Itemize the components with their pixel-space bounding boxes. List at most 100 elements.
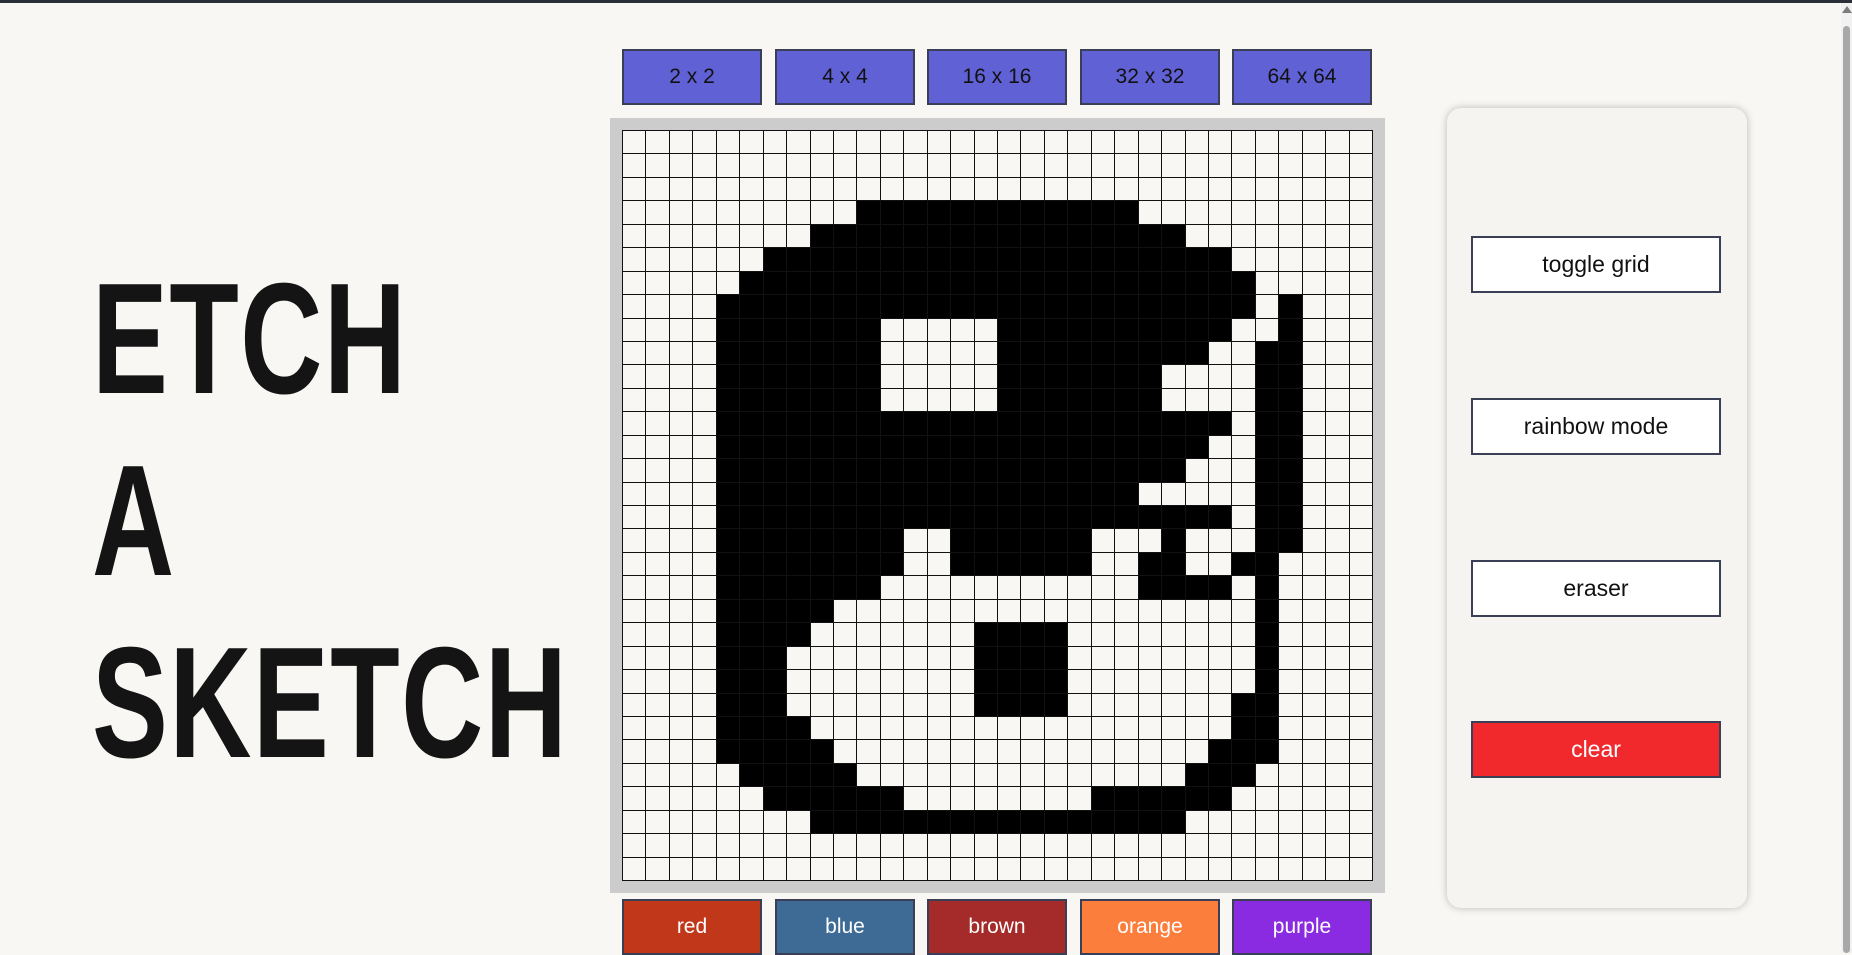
grid-cell[interactable]: [951, 412, 974, 435]
grid-cell[interactable]: [787, 131, 810, 154]
grid-cell[interactable]: [833, 365, 857, 388]
grid-cell[interactable]: [974, 482, 997, 505]
grid-cell[interactable]: [1068, 412, 1091, 435]
grid-cell[interactable]: [623, 459, 646, 482]
grid-cell[interactable]: [951, 857, 974, 880]
grid-cell[interactable]: [763, 248, 787, 271]
grid-cell[interactable]: [998, 834, 1021, 857]
grid-cell[interactable]: [1138, 459, 1162, 482]
grid-cell[interactable]: [1138, 131, 1162, 154]
grid-cell[interactable]: [833, 787, 857, 810]
grid-cell[interactable]: [1232, 552, 1255, 576]
grid-cell[interactable]: [669, 224, 693, 248]
grid-cell[interactable]: [716, 670, 740, 693]
grid-cell[interactable]: [1279, 623, 1302, 646]
grid-cell[interactable]: [763, 154, 787, 177]
grid-cell[interactable]: [787, 716, 810, 740]
grid-cell[interactable]: [833, 248, 857, 271]
grid-cell[interactable]: [1044, 834, 1068, 857]
grid-cell[interactable]: [1068, 506, 1091, 529]
grid-cell[interactable]: [810, 365, 833, 388]
grid-cell[interactable]: [1208, 623, 1232, 646]
grid-cell[interactable]: [1326, 670, 1349, 693]
grid-cell[interactable]: [740, 224, 763, 248]
grid-cell[interactable]: [1279, 740, 1302, 763]
grid-cell[interactable]: [951, 248, 974, 271]
grid-cell[interactable]: [974, 271, 997, 295]
grid-cell[interactable]: [880, 623, 904, 646]
grid-cell[interactable]: [974, 552, 997, 576]
grid-cell[interactable]: [1138, 154, 1162, 177]
grid-cell[interactable]: [1302, 857, 1326, 880]
grid-cell[interactable]: [787, 318, 810, 341]
grid-cell[interactable]: [716, 623, 740, 646]
grid-size-2-button[interactable]: 2 x 2: [622, 49, 762, 105]
grid-cell[interactable]: [1279, 529, 1302, 552]
grid-cell[interactable]: [716, 365, 740, 388]
grid-cell[interactable]: [1021, 623, 1044, 646]
grid-cell[interactable]: [1302, 787, 1326, 810]
grid-cell[interactable]: [1162, 576, 1185, 599]
grid-cell[interactable]: [1279, 787, 1302, 810]
grid-cell[interactable]: [1232, 154, 1255, 177]
grid-cell[interactable]: [904, 388, 927, 412]
grid-cell[interactable]: [810, 716, 833, 740]
grid-cell[interactable]: [693, 834, 716, 857]
grid-cell[interactable]: [1021, 670, 1044, 693]
grid-cell[interactable]: [763, 599, 787, 623]
grid-cell[interactable]: [1185, 670, 1208, 693]
grid-cell[interactable]: [1044, 599, 1068, 623]
grid-cell[interactable]: [1138, 716, 1162, 740]
grid-cell[interactable]: [1138, 693, 1162, 716]
grid-cell[interactable]: [669, 341, 693, 365]
grid-cell[interactable]: [669, 177, 693, 201]
grid-cell[interactable]: [927, 388, 951, 412]
grid-cell[interactable]: [623, 716, 646, 740]
grid-cell[interactable]: [1185, 482, 1208, 505]
grid-cell[interactable]: [1279, 154, 1302, 177]
grid-cell[interactable]: [1185, 154, 1208, 177]
grid-cell[interactable]: [880, 224, 904, 248]
grid-cell[interactable]: [693, 435, 716, 459]
grid-cell[interactable]: [1255, 670, 1279, 693]
grid-cell[interactable]: [1326, 646, 1349, 670]
grid-cell[interactable]: [669, 459, 693, 482]
grid-cell[interactable]: [1349, 576, 1372, 599]
grid-cell[interactable]: [787, 295, 810, 318]
grid-cell[interactable]: [1068, 576, 1091, 599]
grid-cell[interactable]: [1255, 763, 1279, 787]
grid-cell[interactable]: [646, 365, 669, 388]
grid-cell[interactable]: [1232, 834, 1255, 857]
grid-cell[interactable]: [974, 740, 997, 763]
grid-cell[interactable]: [833, 271, 857, 295]
grid-cell[interactable]: [1232, 295, 1255, 318]
grid-cell[interactable]: [669, 599, 693, 623]
grid-cell[interactable]: [810, 201, 833, 224]
grid-cell[interactable]: [1232, 224, 1255, 248]
grid-cell[interactable]: [1021, 576, 1044, 599]
grid-cell[interactable]: [857, 131, 880, 154]
grid-cell[interactable]: [1162, 670, 1185, 693]
grid-cell[interactable]: [1138, 388, 1162, 412]
grid-cell[interactable]: [1162, 154, 1185, 177]
grid-cell[interactable]: [646, 763, 669, 787]
grid-cell[interactable]: [1138, 201, 1162, 224]
grid-cell[interactable]: [1349, 271, 1372, 295]
grid-cell[interactable]: [693, 670, 716, 693]
grid-cell[interactable]: [904, 271, 927, 295]
grid-cell[interactable]: [716, 271, 740, 295]
grid-cell[interactable]: [1185, 693, 1208, 716]
grid-cell[interactable]: [1138, 576, 1162, 599]
grid-cell[interactable]: [1068, 248, 1091, 271]
grid-cell[interactable]: [1162, 131, 1185, 154]
grid-cell[interactable]: [787, 857, 810, 880]
color-purple-button[interactable]: purple: [1232, 899, 1372, 955]
grid-cell[interactable]: [1255, 388, 1279, 412]
grid-cell[interactable]: [857, 201, 880, 224]
grid-cell[interactable]: [1091, 740, 1115, 763]
grid-cell[interactable]: [1021, 295, 1044, 318]
grid-cell[interactable]: [623, 857, 646, 880]
grid-cell[interactable]: [951, 670, 974, 693]
grid-cell[interactable]: [740, 834, 763, 857]
scrollbar-thumb[interactable]: [1843, 26, 1850, 953]
